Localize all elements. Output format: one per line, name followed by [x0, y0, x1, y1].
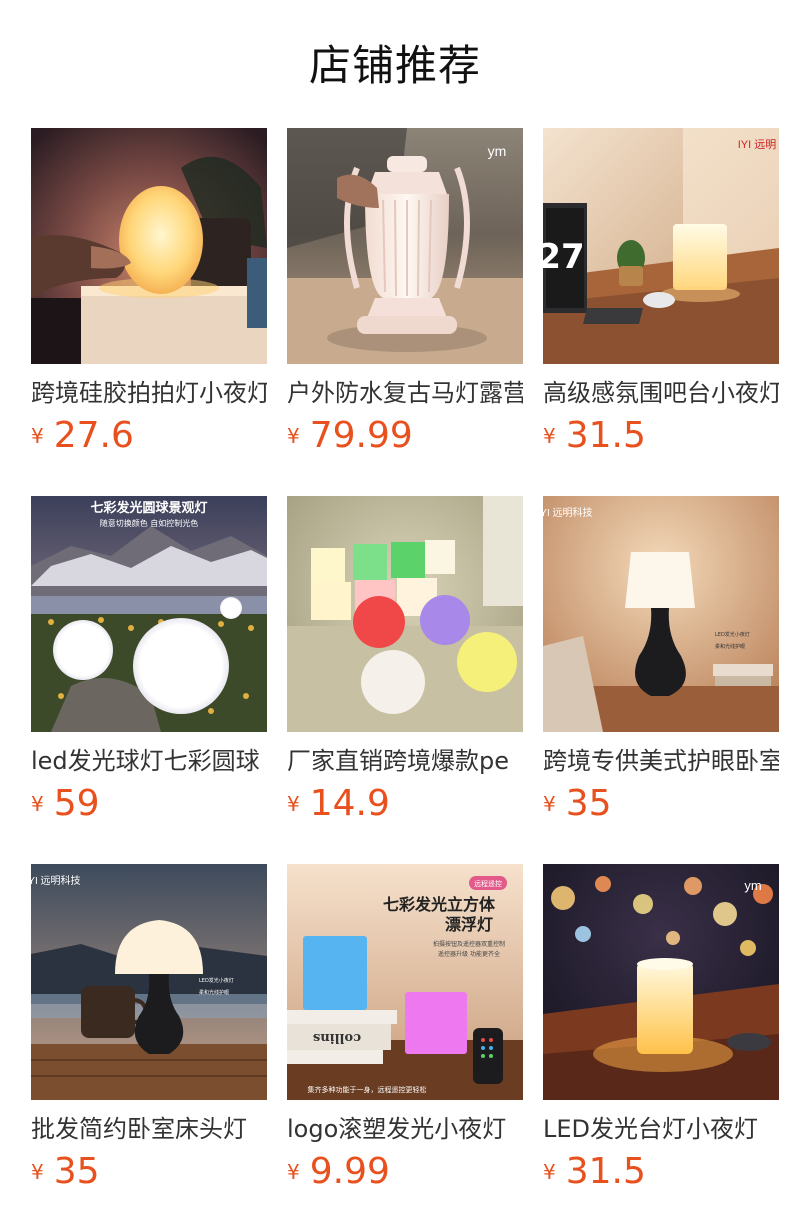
- currency-symbol: ¥: [31, 792, 44, 816]
- price-amount: 31.5: [565, 415, 646, 456]
- price-amount: 35: [53, 1151, 100, 1192]
- product-price: ¥35: [31, 1150, 100, 1194]
- product-price: ¥27.6: [31, 414, 134, 458]
- product-price: ¥59: [31, 782, 100, 826]
- clock-digits: 27: [543, 237, 585, 277]
- product-image-black-table-lamp[interactable]: IYI 远明科技 LED发光小夜灯 柔和光线护眼: [543, 496, 779, 732]
- product-price: ¥9.99: [287, 1150, 390, 1194]
- product-image-glow-spheres-landscape[interactable]: 七彩发光圆球景观灯 随意切换颜色 自如控制光色: [31, 496, 267, 732]
- image-subline: 拍摄按钮及遥控器双重控制: [433, 940, 505, 948]
- product-image-floating-cubes[interactable]: collins 远程遥控 七彩发光立方体 漂浮灯 拍摄按钮及遥控器双重控制 遥控…: [287, 864, 523, 1100]
- product-card[interactable]: ym 户外防水复古马灯露营 ¥79.99: [287, 128, 523, 468]
- product-card[interactable]: 27 IYI 远明 高级感氛围吧台小夜灯 ¥31.5: [543, 128, 779, 468]
- product-price: ¥79.99: [287, 414, 413, 458]
- image-headline: 七彩发光立方体: [383, 895, 496, 914]
- product-name[interactable]: 厂家直销跨境爆款pe: [287, 744, 523, 778]
- product-name[interactable]: 户外防水复古马灯露营: [287, 376, 523, 410]
- currency-symbol: ¥: [287, 424, 300, 448]
- currency-symbol: ¥: [31, 1160, 44, 1184]
- currency-symbol: ¥: [543, 792, 556, 816]
- price-amount: 31.5: [565, 1151, 646, 1192]
- product-card[interactable]: IYI 远明科技 LED发光小夜灯 柔和光线护眼 跨境专供美式护眼卧室 ¥35: [543, 496, 779, 836]
- feature-label: 柔和光线护眼: [199, 989, 229, 996]
- page-title: 店铺推荐: [308, 41, 481, 90]
- currency-symbol: ¥: [543, 424, 556, 448]
- product-card[interactable]: ym LED发光台灯小夜灯 ¥31.5: [543, 864, 779, 1204]
- book-title: collins: [313, 1030, 361, 1045]
- currency-symbol: ¥: [287, 792, 300, 816]
- product-name[interactable]: led发光球灯七彩圆球: [31, 744, 267, 778]
- price-amount: 9.99: [309, 1151, 390, 1192]
- feature-label: 柔和光线护眼: [715, 643, 745, 650]
- image-subline: 随意切换颜色 自如控制光色: [100, 518, 199, 528]
- brand-logo: IYI 远明科技: [543, 506, 593, 519]
- product-image-cube-lamp-desk[interactable]: 27 IYI 远明: [543, 128, 779, 364]
- product-price: ¥35: [543, 782, 612, 826]
- currency-symbol: ¥: [543, 1160, 556, 1184]
- brand-logo: ym: [744, 878, 761, 893]
- price-amount: 14.9: [309, 783, 390, 824]
- product-image-cylinder-lamp-night[interactable]: ym: [543, 864, 779, 1100]
- price-amount: 35: [565, 783, 612, 824]
- currency-symbol: ¥: [287, 1160, 300, 1184]
- product-card[interactable]: IYI 远明科技 LED发光小夜灯 柔和光线护眼 批发简约卧室床头灯 ¥35: [31, 864, 267, 1204]
- image-headline: 漂浮灯: [445, 915, 493, 934]
- brand-logo: IYI 远明科技: [31, 874, 81, 887]
- feature-label: LED发光小夜灯: [715, 631, 750, 638]
- product-name[interactable]: 跨境专供美式护眼卧室: [543, 744, 779, 778]
- product-name[interactable]: logo滚塑发光小夜灯: [287, 1112, 523, 1146]
- currency-symbol: ¥: [31, 424, 44, 448]
- product-price: ¥31.5: [543, 414, 646, 458]
- price-amount: 79.99: [309, 415, 413, 456]
- product-card[interactable]: collins 远程遥控 七彩发光立方体 漂浮灯 拍摄按钮及遥控器双重控制 遥控…: [287, 864, 523, 1204]
- remote-badge: 远程遥控: [474, 879, 502, 888]
- product-price: ¥31.5: [543, 1150, 646, 1194]
- image-headline: 七彩发光圆球景观灯: [90, 500, 207, 516]
- product-card[interactable]: 七彩发光圆球景观灯 随意切换颜色 自如控制光色 led发光球灯七彩圆球 ¥59: [31, 496, 267, 836]
- product-name[interactable]: LED发光台灯小夜灯: [543, 1112, 779, 1146]
- image-subline: 遥控器升级 功能更齐全: [438, 950, 500, 958]
- price-amount: 27.6: [53, 415, 134, 456]
- price-amount: 59: [53, 783, 100, 824]
- product-name[interactable]: 批发简约卧室床头灯: [31, 1112, 267, 1146]
- product-card[interactable]: 跨境硅胶拍拍灯小夜灯 ¥27.6: [31, 128, 267, 468]
- product-image-lantern[interactable]: ym: [287, 128, 523, 364]
- product-image-colored-lights[interactable]: [287, 496, 523, 732]
- product-price: ¥14.9: [287, 782, 390, 826]
- brand-logo: ym: [488, 143, 507, 159]
- brand-logo: IYI 远明: [738, 138, 777, 151]
- product-image-egg-lamp[interactable]: [31, 128, 267, 364]
- product-name[interactable]: 高级感氛围吧台小夜灯: [543, 376, 779, 410]
- product-image-mushroom-lamp[interactable]: IYI 远明科技 LED发光小夜灯 柔和光线护眼: [31, 864, 267, 1100]
- product-name[interactable]: 跨境硅胶拍拍灯小夜灯: [31, 376, 267, 410]
- feature-label: LED发光小夜灯: [199, 977, 234, 984]
- product-card[interactable]: 厂家直销跨境爆款pe ¥14.9: [287, 496, 523, 836]
- image-footer-text: 集齐多种功能于一身，远程遥控更轻松: [308, 1085, 427, 1094]
